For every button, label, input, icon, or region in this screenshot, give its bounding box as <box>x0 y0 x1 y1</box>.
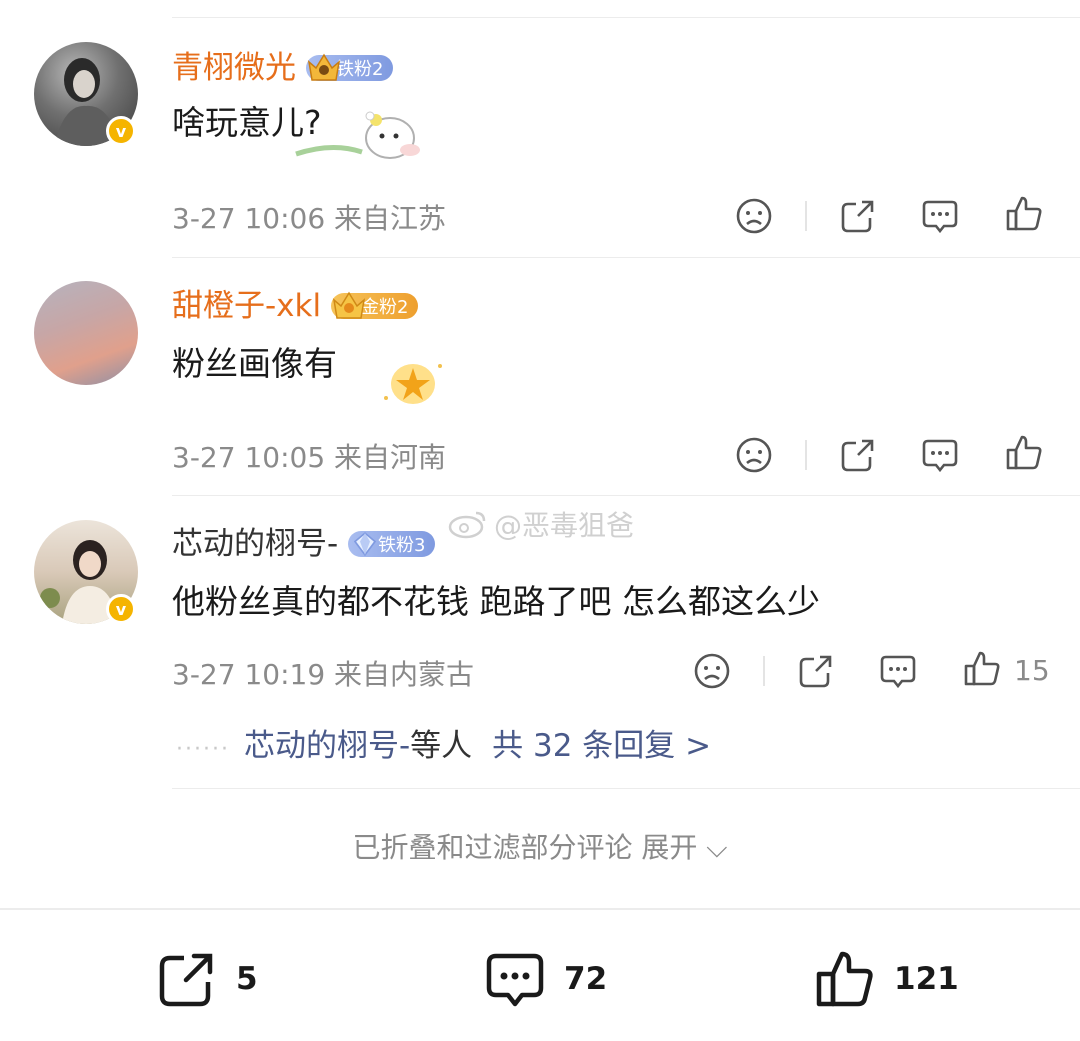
comment-icon <box>922 439 958 473</box>
watermark: @恶毒狙爸 <box>448 504 634 544</box>
share-button[interactable] <box>838 196 878 236</box>
crown-emblem-icon <box>332 291 366 319</box>
thumbs-up-icon <box>1006 435 1042 470</box>
thumbs-up-icon <box>1006 196 1042 231</box>
view-replies-link[interactable]: ······ 芯动的栩号-等人共 32 条回复 > <box>176 720 711 765</box>
fan-badge[interactable]: 金粉2 <box>331 291 419 320</box>
divider <box>172 17 1080 18</box>
share-icon <box>799 655 832 688</box>
comment-meta: 3-27 10:06 来自江苏 <box>172 202 447 235</box>
crown-emblem-icon <box>307 53 341 81</box>
comment-icon <box>922 200 958 234</box>
separator <box>763 656 765 686</box>
replies-count: 共 32 条回复 > <box>492 728 712 764</box>
replies-dots: ······ <box>176 737 230 762</box>
sad-face-icon <box>736 198 772 234</box>
avatar[interactable] <box>34 281 138 385</box>
comment-button[interactable]: 72 <box>484 948 607 1010</box>
comment-icon <box>880 655 916 689</box>
repost-count: 5 <box>236 961 258 997</box>
comment-meta: 3-27 10:19 来自内蒙古 <box>172 658 475 691</box>
dislike-button[interactable] <box>692 651 732 691</box>
comment-meta: 3-27 10:05 来自河南 <box>172 441 447 474</box>
watermark-text: @恶毒狙爸 <box>494 509 635 542</box>
bunny-sticker-icon <box>295 111 420 159</box>
verified-icon: v <box>106 116 136 146</box>
star-medal-sticker-icon <box>384 364 442 404</box>
like-count: 15 <box>1014 654 1050 687</box>
dislike-button[interactable] <box>734 196 774 236</box>
like-count-total: 121 <box>894 961 959 997</box>
username[interactable]: 青栩微光 <box>172 48 296 88</box>
repost-button[interactable]: 5 <box>156 948 258 1010</box>
divider <box>172 788 1080 789</box>
sad-face-icon <box>736 437 772 473</box>
share-icon <box>841 200 874 233</box>
thumbs-up-icon <box>964 651 1000 686</box>
like-button[interactable] <box>962 649 1002 689</box>
share-icon <box>841 439 874 472</box>
expand-folded-comments[interactable]: 已折叠和过滤部分评论 展开 ⌵ <box>0 826 1080 866</box>
share-button[interactable] <box>796 651 836 691</box>
weibo-logo-icon <box>448 511 486 539</box>
fan-badge[interactable]: 铁粉3 <box>348 530 436 558</box>
share-button[interactable] <box>838 435 878 475</box>
comment-text: 他粉丝真的都不花钱 跑路了吧 怎么都这么少 <box>172 582 820 621</box>
separator <box>805 440 807 470</box>
like-button[interactable] <box>1004 433 1044 473</box>
diamond-emblem-icon <box>353 532 377 557</box>
dislike-button[interactable] <box>734 435 774 475</box>
like-button[interactable] <box>1004 194 1044 234</box>
replies-users: 芯动的栩号- <box>243 728 411 764</box>
username[interactable]: 芯动的栩号- <box>172 524 338 564</box>
like-post-button[interactable]: 121 <box>814 948 959 1010</box>
comment-icon <box>486 953 544 1007</box>
reply-button[interactable] <box>920 196 960 236</box>
comment-text: 粉丝画像有 <box>172 344 337 383</box>
fan-badge[interactable]: 铁粉2 <box>306 53 394 82</box>
replies-suffix: 等人 <box>410 728 473 764</box>
reply-button[interactable] <box>920 435 960 475</box>
comment-count: 72 <box>564 961 608 997</box>
divider <box>172 257 1080 258</box>
username[interactable]: 甜橙子-xkl <box>172 286 321 326</box>
separator <box>805 201 807 231</box>
thumbs-up-icon <box>816 951 873 1007</box>
bottom-action-bar: 5 72 121 <box>0 908 1080 1041</box>
sad-face-icon <box>694 653 730 689</box>
verified-icon: v <box>106 594 136 624</box>
reply-button[interactable] <box>878 651 918 691</box>
share-icon <box>159 953 213 1007</box>
divider <box>172 495 1080 496</box>
